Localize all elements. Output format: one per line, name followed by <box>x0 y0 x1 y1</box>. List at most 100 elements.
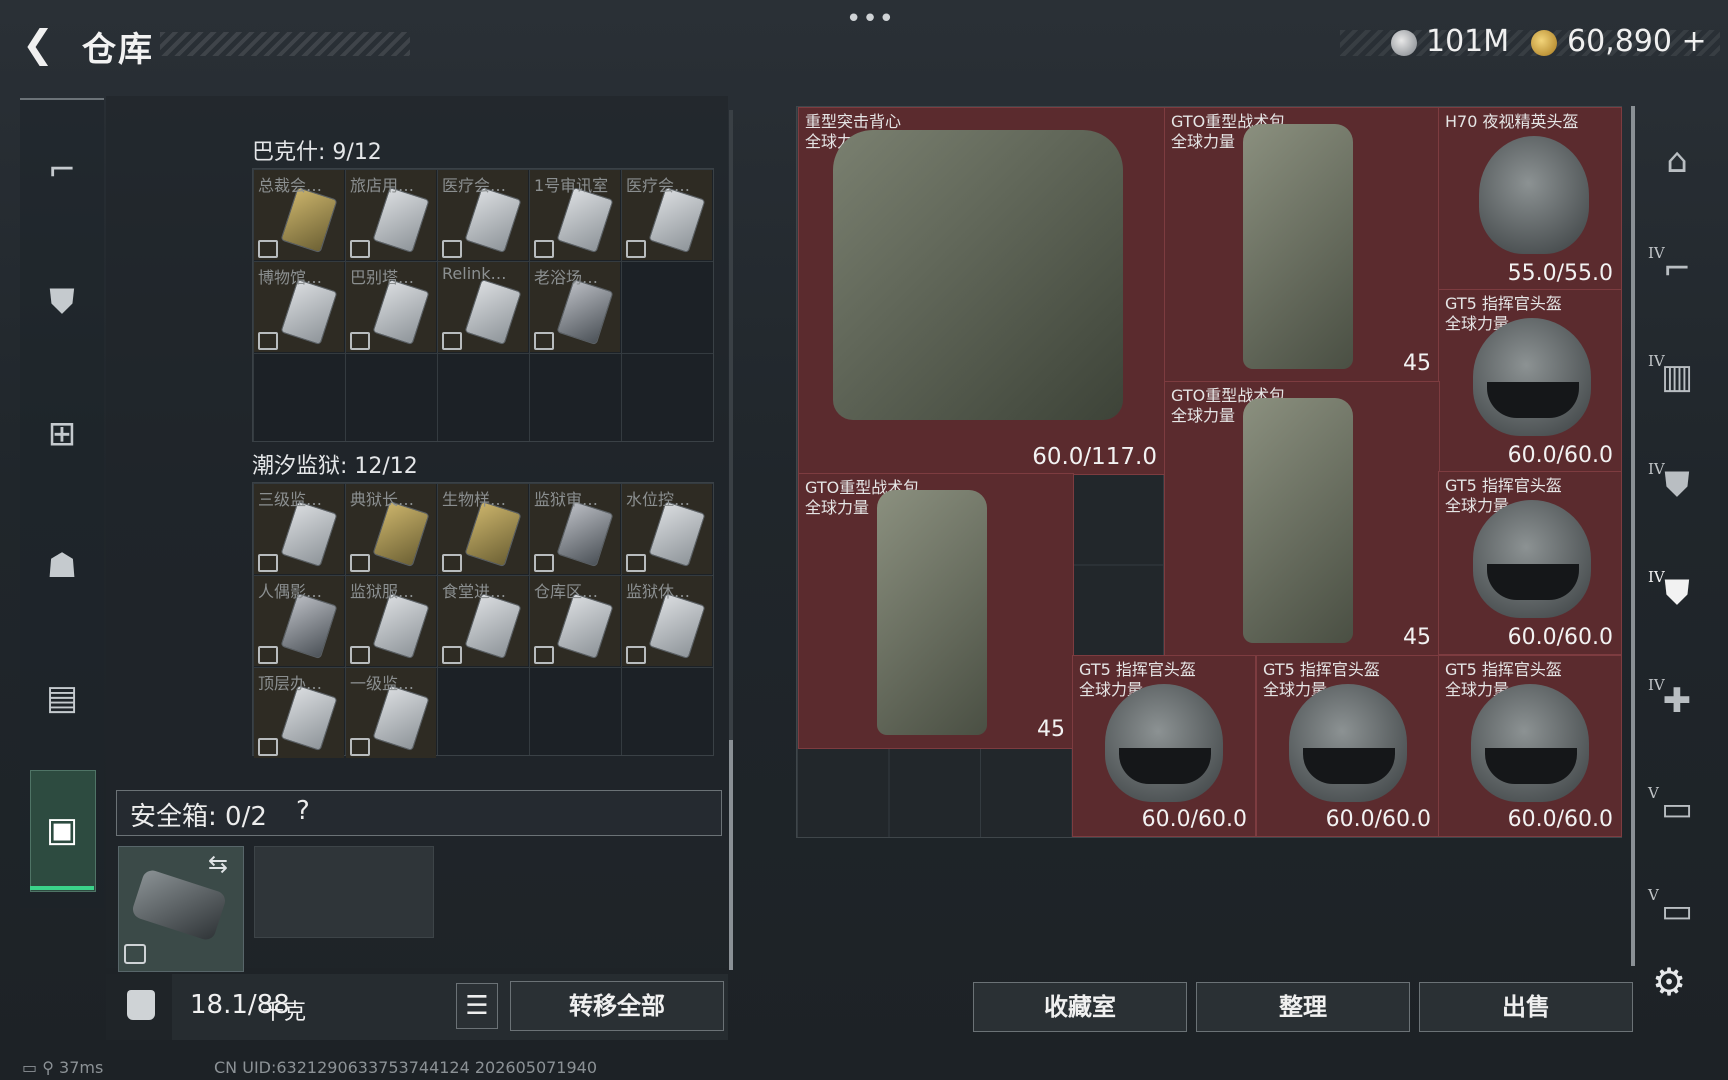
sidebar-item-backpack[interactable]: ☗ <box>20 524 104 608</box>
key-card-label: 总裁会… <box>258 176 323 195</box>
currency-silver: 101M <box>1426 24 1510 59</box>
key-card[interactable]: 监狱休… <box>622 576 712 666</box>
key-card[interactable]: 仓库区… <box>530 576 620 666</box>
list-view-button[interactable]: ☰ <box>456 983 498 1029</box>
key-card-image <box>464 592 522 660</box>
filter-level: IV <box>1648 568 1665 586</box>
item-durability: 60.0/60.0 <box>1507 807 1613 832</box>
no-insure-icon <box>442 554 462 572</box>
sell-button[interactable]: 出售 <box>1419 982 1633 1032</box>
key-card-label: 巴别塔… <box>350 268 415 287</box>
back-arrow-icon[interactable]: ❮ <box>22 24 62 64</box>
key-card-image <box>648 186 706 254</box>
item-capacity: 45 <box>1037 717 1065 742</box>
sidebar-item-weapons[interactable]: ⌐ <box>20 128 104 212</box>
no-insure-icon <box>350 738 370 756</box>
section-title-bakesh: 巴克什: 9/12 <box>252 140 382 165</box>
inventory-scrollbar[interactable] <box>1631 106 1635 966</box>
no-insure-icon <box>258 240 278 258</box>
inventory-item-helmet[interactable]: GT5 指挥官头盔 全球力量 60.0/60.0 <box>1072 655 1256 837</box>
key-card-image <box>280 186 338 254</box>
container-icon: ▤ <box>45 678 79 718</box>
key-card-image <box>372 684 430 752</box>
key-card[interactable]: 人偶影… <box>254 576 344 666</box>
lock-icon <box>124 944 146 964</box>
key-card-image <box>556 500 614 568</box>
stash-scrollbar[interactable] <box>729 740 733 970</box>
inventory-item-vest[interactable]: 重型突击背心 全球力量 60.0/117.0 <box>798 107 1166 475</box>
sidebar-item-armor[interactable]: ⛊ <box>20 260 104 344</box>
helmet-image <box>1479 136 1589 254</box>
inventory-item-nvg-helmet[interactable]: H70 夜视精英头盔 55.0/55.0 <box>1438 107 1622 291</box>
swap-icon[interactable]: ⇆ <box>208 850 228 878</box>
no-insure-icon <box>258 332 278 350</box>
safe-box-empty-slot[interactable] <box>254 846 434 938</box>
key-card[interactable]: Relink… <box>438 262 528 352</box>
key-card[interactable]: 旅店用… <box>346 170 436 260</box>
currency-gold[interactable]: 60,890 + <box>1567 24 1707 59</box>
key-card-label: 老浴场… <box>534 268 599 287</box>
key-card-image <box>372 592 430 660</box>
key-card[interactable]: 医疗会… <box>438 170 528 260</box>
help-icon[interactable]: ? <box>296 796 310 826</box>
transfer-all-button[interactable]: 转移全部 <box>510 981 724 1031</box>
key-card[interactable]: 监狱审… <box>530 484 620 574</box>
more-menu-icon[interactable]: ••• <box>846 4 895 34</box>
key-card[interactable]: 一级监… <box>346 668 436 758</box>
key-card-image <box>280 500 338 568</box>
key-card[interactable]: 水位控… <box>622 484 712 574</box>
backpack-image <box>877 490 987 735</box>
page-title: 仓库 <box>82 30 154 70</box>
key-card-label: 水位控… <box>626 490 691 509</box>
item-durability: 55.0/55.0 <box>1507 261 1613 286</box>
no-insure-icon <box>442 646 462 664</box>
collection-room-button[interactable]: 收藏室 <box>973 982 1187 1032</box>
filter-level: IV <box>1648 244 1665 262</box>
key-card[interactable]: 总裁会… <box>254 170 344 260</box>
key-card[interactable]: 监狱服… <box>346 576 436 666</box>
inventory-item-pack[interactable]: GTO重型战术包 全球力量 45 <box>1164 381 1440 657</box>
inventory-item-helmet[interactable]: GT5 指挥官头盔 全球力量 60.0/60.0 <box>1438 471 1622 655</box>
key-card-label: 三级监… <box>258 490 323 509</box>
key-card[interactable]: 1号审讯室 <box>530 170 620 260</box>
backpack-image <box>1243 398 1353 643</box>
key-card[interactable]: 老浴场… <box>530 262 620 352</box>
sidebar-item-safebox[interactable]: ▣ <box>20 788 104 872</box>
gear-icon[interactable]: ⚙ <box>1652 960 1686 1004</box>
key-card[interactable]: 巴别塔… <box>346 262 436 352</box>
item-durability: 60.0/117.0 <box>1032 444 1157 470</box>
sidebar-item-container[interactable]: ▤ <box>20 656 104 740</box>
key-card[interactable]: 三级监… <box>254 484 344 574</box>
key-card[interactable]: 博物馆… <box>254 262 344 352</box>
no-insure-icon <box>258 646 278 664</box>
no-insure-icon <box>534 240 554 258</box>
key-card[interactable]: 医疗会… <box>622 170 712 260</box>
key-card-label: 人偶影… <box>258 582 323 601</box>
key-card[interactable]: 顶层办… <box>254 668 344 758</box>
key-card-image <box>648 500 706 568</box>
no-insure-icon <box>626 240 646 258</box>
key-card-label: 监狱服… <box>350 582 415 601</box>
filter-level: V <box>1648 886 1659 904</box>
inventory-item-helmet[interactable]: GT5 指挥官头盔 全球力量 60.0/60.0 <box>1438 655 1622 837</box>
no-insure-icon <box>626 646 646 664</box>
item-durability: 60.0/60.0 <box>1141 807 1247 832</box>
inventory-item-pack[interactable]: GTO重型战术包 全球力量 45 <box>1164 107 1440 383</box>
silver-coin-icon <box>1391 30 1417 56</box>
key-card[interactable]: 典狱长… <box>346 484 436 574</box>
armor-vest-icon: ⛊ <box>49 282 75 322</box>
currency-gold-value: 60,890 <box>1567 24 1672 59</box>
key-card-image <box>372 186 430 254</box>
key-card-image <box>280 592 338 660</box>
add-currency-button[interactable]: + <box>1682 24 1707 59</box>
key-card-image <box>556 186 614 254</box>
inventory-item-pack[interactable]: GTO重型战术包 全球力量 45 <box>798 473 1074 749</box>
key-card[interactable]: 食堂进… <box>438 576 528 666</box>
key-card[interactable]: 生物样… <box>438 484 528 574</box>
helmet-filter-icon[interactable]: ⌂ <box>1646 130 1708 192</box>
sort-button[interactable]: 整理 <box>1196 982 1410 1032</box>
inventory-item-helmet[interactable]: GT5 指挥官头盔 全球力量 60.0/60.0 <box>1256 655 1440 837</box>
sidebar-item-rig[interactable]: ⊞ <box>20 392 104 476</box>
inventory-item-helmet[interactable]: GT5 指挥官头盔 全球力量 60.0/60.0 <box>1438 289 1622 473</box>
helmet-image <box>1473 500 1591 618</box>
